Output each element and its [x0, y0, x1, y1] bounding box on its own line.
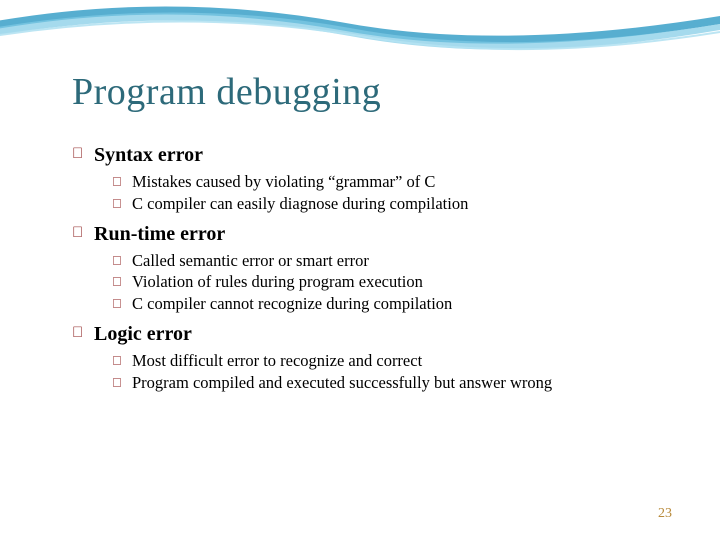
list-item: Mistakes caused by violating “grammar” o… [112, 171, 656, 193]
sub-list: Mistakes caused by violating “grammar” o… [112, 171, 656, 215]
list-item: Violation of rules during program execut… [112, 271, 656, 293]
sub-list: Most difficult error to recognize and co… [112, 350, 656, 394]
page-number: 23 [658, 506, 672, 522]
section-run-time-error: Run-time error Called semantic error or … [72, 221, 656, 315]
slide-title: Program debugging [72, 70, 656, 114]
section-syntax-error: Syntax error Mistakes caused by violatin… [72, 142, 656, 215]
section-heading: Run-time error [72, 221, 656, 248]
section-heading: Syntax error [72, 142, 656, 169]
list-item: C compiler cannot recognize during compi… [112, 293, 656, 315]
list-item: Called semantic error or smart error [112, 250, 656, 272]
section-heading: Logic error [72, 321, 656, 348]
list-item: Program compiled and executed successful… [112, 372, 656, 394]
section-logic-error: Logic error Most difficult error to reco… [72, 321, 656, 394]
sub-list: Called semantic error or smart error Vio… [112, 250, 656, 315]
bullet-list: Syntax error Mistakes caused by violatin… [72, 142, 656, 393]
list-item: C compiler can easily diagnose during co… [112, 193, 656, 215]
list-item: Most difficult error to recognize and co… [112, 350, 656, 372]
slide-content: Program debugging Syntax error Mistakes … [0, 0, 720, 439]
